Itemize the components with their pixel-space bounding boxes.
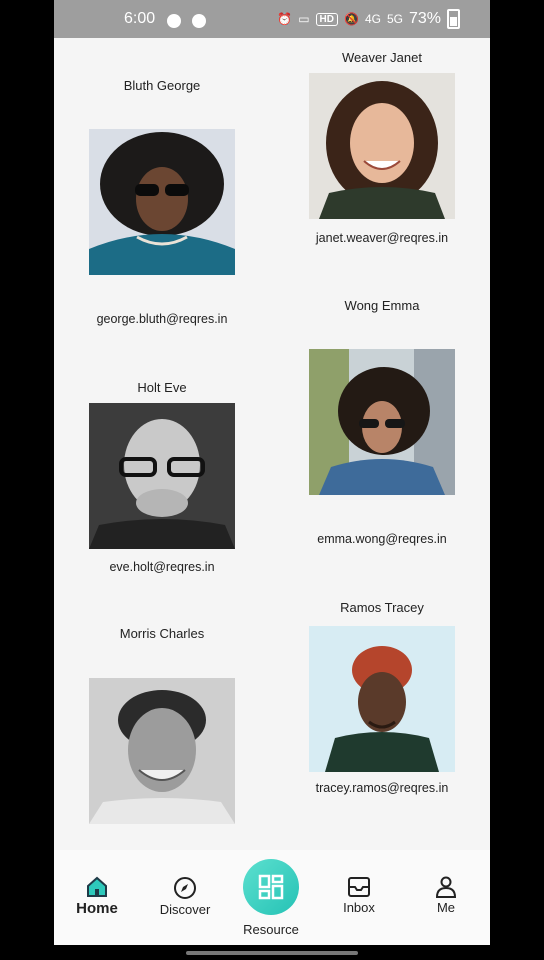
user-card[interactable]: Ramos Tracey tracey.ramos@reqres.in xyxy=(292,588,472,808)
user-avatar xyxy=(309,626,455,772)
compass-icon xyxy=(174,877,196,899)
app-notification-icon xyxy=(167,14,181,28)
battery-icon xyxy=(447,9,460,29)
user-name: Weaver Janet xyxy=(342,50,422,65)
bottom-navigation: Home Discover Resource Inbox Me xyxy=(54,850,490,945)
user-card[interactable]: Morris Charles xyxy=(72,608,252,838)
user-avatar xyxy=(89,403,235,549)
user-list[interactable]: Bluth George george.bluth@reqres.in Weav… xyxy=(54,38,490,850)
nav-resource-label: Resource xyxy=(243,922,299,937)
nav-inbox-label: Inbox xyxy=(343,900,375,915)
nav-discover-label: Discover xyxy=(159,902,211,917)
user-name: Ramos Tracey xyxy=(340,600,424,615)
grid-icon xyxy=(258,874,284,900)
nav-inbox[interactable]: Inbox xyxy=(324,876,394,915)
user-card[interactable]: Wong Emma emma.wong@reqres.in xyxy=(292,288,472,558)
record-icon xyxy=(192,14,206,28)
home-icon xyxy=(87,876,107,897)
user-name: Holt Eve xyxy=(137,380,187,395)
signal-5g-icon: 5G xyxy=(386,12,403,26)
nav-home-label: Home xyxy=(76,900,118,917)
home-indicator[interactable] xyxy=(186,951,358,955)
status-time: 6:00 xyxy=(124,10,156,27)
status-icons: ⏰ ▭ HD 🔕 4G 5G 73% xyxy=(277,9,460,29)
user-email: george.bluth@reqres.in xyxy=(96,312,228,326)
status-bar: 6:00 ⏰ ▭ HD 🔕 4G 5G 73% xyxy=(54,0,490,38)
user-name: Wong Emma xyxy=(344,298,420,313)
nav-discover[interactable]: Discover xyxy=(150,876,220,917)
nav-home[interactable]: Home xyxy=(62,876,132,917)
user-card[interactable]: Holt Eve eve.holt@reqres.in xyxy=(72,368,252,588)
resource-button[interactable] xyxy=(243,859,299,915)
user-card[interactable]: Bluth George george.bluth@reqres.in xyxy=(72,58,252,358)
nav-me[interactable]: Me xyxy=(411,876,481,915)
user-name: Bluth George xyxy=(123,78,201,93)
user-avatar xyxy=(309,73,455,219)
hd-badge: HD xyxy=(315,12,338,26)
user-avatar xyxy=(89,129,235,275)
phone-screen: 6:00 ⏰ ▭ HD 🔕 4G 5G 73% Bluth George geo… xyxy=(54,0,490,945)
user-email: emma.wong@reqres.in xyxy=(317,532,447,546)
alarm-icon: ⏰ xyxy=(277,12,293,26)
mute-icon: 🔕 xyxy=(343,12,359,26)
signal-4g-icon: 4G xyxy=(364,12,381,26)
cast-icon: ▭ xyxy=(298,12,310,26)
person-icon xyxy=(435,876,457,898)
user-email: janet.weaver@reqres.in xyxy=(315,231,449,245)
battery-percent: 73% xyxy=(408,10,441,27)
inbox-icon xyxy=(348,877,370,897)
user-card[interactable]: Weaver Janet janet.weaver@reqres.in xyxy=(292,38,472,268)
user-avatar xyxy=(89,678,235,824)
nav-me-label: Me xyxy=(436,900,456,915)
user-name: Morris Charles xyxy=(119,626,205,641)
user-avatar xyxy=(309,349,455,495)
user-email: eve.holt@reqres.in xyxy=(109,560,215,574)
user-email: tracey.ramos@reqres.in xyxy=(315,781,449,795)
